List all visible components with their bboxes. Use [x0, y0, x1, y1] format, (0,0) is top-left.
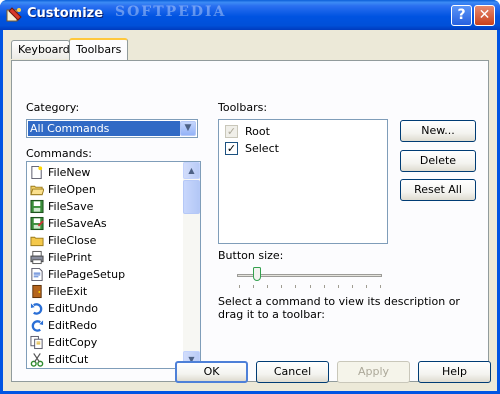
slider-tick	[352, 285, 353, 288]
command-label: FileNew	[48, 166, 91, 179]
tab-keyboard[interactable]: Keyboard	[11, 40, 70, 59]
toolbar-item-label: Root	[245, 125, 270, 138]
commands-scrollbar[interactable]: ▲ ▼	[183, 162, 200, 368]
save-disk-icon	[30, 199, 44, 214]
root-checkbox[interactable]: ✓	[225, 125, 238, 138]
select-checkbox[interactable]: ✓	[225, 142, 238, 155]
close-icon: ✕	[478, 7, 491, 23]
list-item[interactable]: FileOpen	[29, 181, 183, 198]
toolbars-list[interactable]: ✓ Root ✓ Select	[218, 119, 388, 244]
command-description: Select a command to view its description…	[218, 295, 460, 321]
list-item[interactable]: FilePageSetup	[29, 266, 183, 283]
undo-arrow-icon	[30, 303, 43, 315]
dialog-client: Keyboard Toolbars Category: All Commands…	[3, 30, 497, 391]
command-label: FileSave	[48, 200, 94, 213]
reset-all-button[interactable]: Reset All	[400, 179, 476, 201]
redo-arrow-icon	[31, 320, 44, 332]
category-label: Category:	[26, 101, 80, 114]
toolbars-panel: Category: All Commands ▼ Commands: FileN…	[11, 60, 489, 382]
open-folder-icon	[30, 185, 44, 196]
button-size-label: Button size:	[218, 249, 284, 262]
scroll-up-arrow-icon[interactable]: ▲	[183, 162, 200, 179]
question-mark-icon: ?	[457, 7, 466, 23]
exit-door-icon	[32, 284, 42, 299]
command-label: FileClose	[48, 234, 97, 247]
toolbar-item-label: Select	[245, 142, 279, 155]
slider-tick	[267, 285, 268, 288]
toolbars-label: Toolbars:	[218, 101, 268, 114]
help-title-button[interactable]: ?	[451, 5, 472, 26]
command-label: FilePrint	[48, 251, 92, 264]
list-item[interactable]: FileSave	[29, 198, 183, 215]
slider-tick	[324, 285, 325, 288]
scroll-thumb[interactable]	[183, 180, 200, 214]
command-label: FilePageSetup	[48, 268, 126, 281]
app-icon	[6, 7, 22, 22]
slider-tick	[380, 285, 381, 288]
customize-window: Customize SOFTPEDIA ? ✕ Keyboard Toolbar…	[0, 0, 500, 394]
close-title-button[interactable]: ✕	[474, 5, 495, 26]
slider-tick	[310, 285, 311, 288]
button-size-slider-thumb[interactable]	[253, 267, 261, 281]
ok-button[interactable]: OK	[175, 361, 248, 383]
list-item[interactable]: EditUndo	[29, 300, 183, 317]
command-label: EditRedo	[48, 319, 97, 332]
slider-tick	[253, 285, 254, 288]
cancel-button[interactable]: Cancel	[256, 361, 329, 383]
chevron-down-icon[interactable]: ▼	[180, 121, 196, 136]
printer-icon	[30, 250, 44, 265]
slider-tick	[239, 285, 240, 288]
watermark: SOFTPEDIA	[115, 4, 227, 20]
new-file-icon	[31, 165, 43, 180]
apply-button[interactable]: Apply	[337, 361, 410, 383]
command-label: EditCut	[48, 353, 89, 366]
commands-label: Commands:	[26, 147, 92, 160]
command-label: FileOpen	[48, 183, 96, 196]
help-button[interactable]: Help	[418, 361, 491, 383]
list-item[interactable]: EditCut	[29, 351, 183, 368]
command-label: FileExit	[48, 285, 88, 298]
list-item[interactable]: FileSaveAs	[29, 215, 183, 232]
command-label: EditUndo	[48, 302, 99, 315]
copy-icon	[30, 335, 43, 350]
window-title: Customize	[27, 6, 104, 21]
save-as-disk-icon	[30, 216, 44, 231]
close-folder-icon	[30, 236, 44, 247]
page-setup-icon	[31, 267, 43, 282]
title-bar[interactable]: Customize SOFTPEDIA ? ✕	[0, 0, 500, 30]
list-item[interactable]: FileClose	[29, 232, 183, 249]
command-label: EditCopy	[48, 336, 98, 349]
slider-tick	[281, 285, 282, 288]
delete-toolbar-button[interactable]: Delete	[400, 150, 476, 172]
list-item[interactable]: FileNew	[29, 164, 183, 181]
slider-tick	[366, 285, 367, 288]
slider-tick	[295, 285, 296, 288]
new-toolbar-button[interactable]: New...	[400, 120, 476, 142]
list-item[interactable]: EditRedo	[29, 317, 183, 334]
category-dropdown[interactable]: All Commands ▼	[26, 119, 198, 138]
commands-list[interactable]: FileNew FileOpen FileSave FileSaveAs FileClo…	[26, 161, 201, 369]
category-value: All Commands	[28, 121, 180, 136]
slider-tick	[338, 285, 339, 288]
tab-toolbars[interactable]: Toolbars	[69, 38, 128, 60]
list-item[interactable]: FilePrint	[29, 249, 183, 266]
scissors-icon	[30, 353, 44, 367]
command-label: FileSaveAs	[48, 217, 107, 230]
list-item[interactable]: EditCopy	[29, 334, 183, 351]
list-item[interactable]: FileExit	[29, 283, 183, 300]
